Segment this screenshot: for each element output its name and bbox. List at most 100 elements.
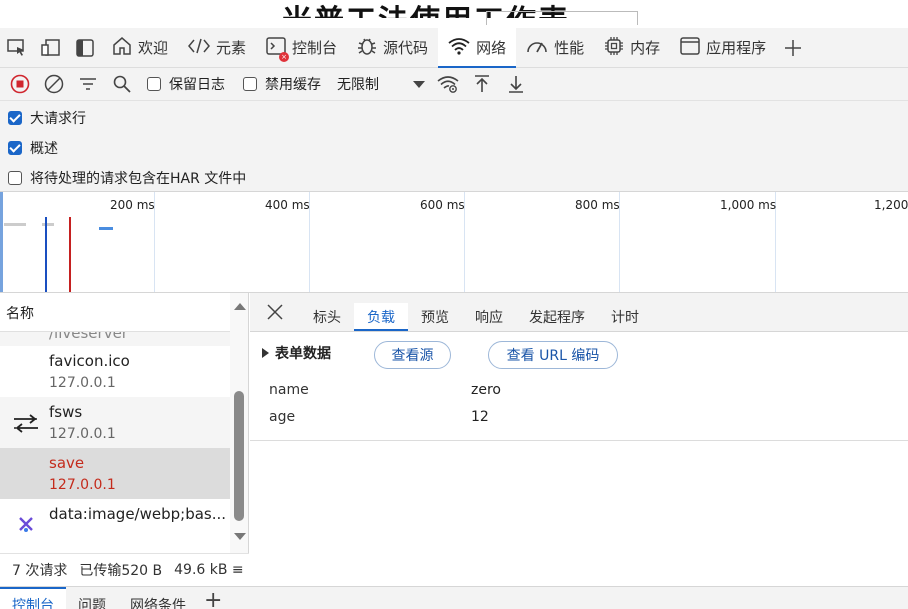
network-summary-bar: 7 次请求 已传输520 B 49.6 kB ≡ (0, 553, 249, 586)
tab-response[interactable]: 响应 (462, 303, 516, 331)
network-conditions-icon[interactable] (431, 68, 465, 101)
big-request-rows-box[interactable] (8, 111, 22, 125)
form-field-value: zero (471, 382, 501, 398)
tab-preview[interactable]: 预览 (408, 303, 462, 331)
websocket-arrows-icon (12, 411, 40, 439)
overview-timeline[interactable]: 200 ms 400 ms 600 ms 800 ms 1,000 ms 1,2… (0, 192, 908, 293)
request-list: 名称 /liveserver favicon.ico 127.0.0.1 fsw… (0, 293, 249, 553)
clear-icon[interactable] (37, 68, 71, 101)
device-emulation-icon[interactable] (34, 28, 68, 68)
preserve-log-box[interactable] (147, 77, 161, 91)
import-har-icon[interactable] (465, 68, 499, 101)
view-source-button[interactable]: 查看源 (374, 341, 451, 369)
filter-icon[interactable] (71, 68, 105, 101)
home-icon (112, 36, 138, 60)
request-row[interactable]: data:image/webp;bas... (0, 499, 230, 550)
form-field-key: age (269, 409, 296, 425)
drawer-tab-console[interactable]: 控制台 (0, 587, 66, 609)
include-pending-har-box[interactable] (8, 171, 22, 185)
request-row-selected[interactable]: save 127.0.0.1 (0, 448, 230, 499)
request-name: save (49, 454, 85, 472)
page-input-fragment (486, 11, 638, 25)
request-name: favicon.ico (49, 352, 130, 370)
big-request-rows-label: 大请求行 (30, 111, 86, 127)
scroll-up-arrow-icon[interactable] (234, 303, 246, 310)
details-tab-bar: 标头 负载 预览 响应 发起程序 计时 (250, 293, 908, 332)
scroll-down-arrow-icon[interactable] (234, 533, 246, 540)
inspect-element-icon[interactable] (0, 28, 34, 68)
request-host: 127.0.0.1 (49, 477, 116, 493)
partial-request-row[interactable]: /liveserver (0, 332, 230, 346)
tab-network-label: 网络 (476, 39, 507, 57)
tab-network[interactable]: 网络 (438, 27, 517, 69)
request-name: data:image/webp;bas... (49, 505, 227, 523)
tab-headers[interactable]: 标头 (300, 303, 354, 331)
scrollbar-thumb[interactable] (234, 391, 244, 521)
name-column-header[interactable]: 名称 (0, 293, 230, 332)
chevron-down-icon[interactable] (413, 80, 425, 88)
disable-cache-checkbox[interactable]: 禁用缓存 (243, 74, 321, 94)
overview-checkbox[interactable]: 概述 (8, 138, 58, 158)
add-tab-plus-icon[interactable] (776, 28, 810, 68)
devtools-tab-bar: 欢迎 元素 × 控制台 源代码 网络 性能 内存 应用程序 (0, 27, 908, 69)
tab-initiator[interactable]: 发起程序 (516, 303, 598, 331)
form-field-value: 12 (471, 409, 489, 425)
timeline-left-handle[interactable] (0, 192, 3, 292)
app-window-icon (680, 36, 706, 60)
tab-application-label: 应用程序 (706, 39, 767, 57)
partial-request-name: /liveserver (49, 332, 128, 342)
tab-memory-label: 内存 (630, 39, 661, 57)
request-host: 127.0.0.1 (49, 426, 116, 442)
close-icon[interactable] (250, 292, 300, 331)
record-stop-icon[interactable] (3, 68, 37, 101)
timeline-tick-label: 800 ms (575, 198, 620, 212)
network-toolbar: 保留日志 禁用缓存 无限制 (0, 68, 908, 101)
throttling-select[interactable]: 无限制 (337, 74, 379, 94)
export-har-icon[interactable] (499, 68, 533, 101)
code-brackets-icon (188, 37, 216, 59)
search-icon[interactable] (105, 68, 139, 101)
timeline-tick-label: 1,000 ms (720, 198, 777, 212)
chip-icon (604, 36, 630, 60)
preserve-log-checkbox[interactable]: 保留日志 (147, 74, 225, 94)
request-name: fsws (49, 403, 83, 421)
gauge-icon (526, 37, 554, 59)
tab-console[interactable]: × 控制台 (256, 28, 347, 68)
resources-size: 49.6 kB ≡ (174, 562, 244, 578)
tab-elements[interactable]: 元素 (178, 28, 256, 68)
tab-performance-label: 性能 (554, 39, 585, 57)
bug-icon (357, 36, 383, 60)
request-count: 7 次请求 (12, 563, 68, 579)
image-webp-icon (18, 515, 34, 537)
request-list-scrollbar[interactable] (230, 293, 248, 553)
dock-panel-icon[interactable] (68, 28, 102, 68)
tab-timing[interactable]: 计时 (598, 303, 652, 331)
include-pending-har-checkbox[interactable]: 将待处理的请求包含在HAR 文件中 (8, 168, 246, 188)
tab-elements-label: 元素 (216, 39, 247, 57)
timeline-bar-grey (42, 223, 54, 226)
tab-memory[interactable]: 内存 (594, 28, 670, 68)
timeline-tick-label: 400 ms (265, 198, 310, 212)
overview-box[interactable] (8, 141, 22, 155)
add-drawer-tab-plus-icon[interactable]: + (204, 587, 222, 609)
tab-sources[interactable]: 源代码 (347, 28, 438, 68)
tab-welcome[interactable]: 欢迎 (102, 28, 178, 68)
view-url-encoded-button[interactable]: 查看 URL 编码 (488, 341, 618, 369)
drawer-tab-network-conditions[interactable]: 网络条件 (118, 587, 198, 609)
tab-performance[interactable]: 性能 (516, 28, 594, 68)
timeline-tick-label: 1,200 (874, 198, 908, 212)
disable-cache-box[interactable] (243, 77, 257, 91)
tab-payload[interactable]: 负载 (354, 303, 408, 331)
network-settings-panel: 大请求行 概述 将待处理的请求包含在HAR 文件中 (0, 101, 908, 192)
form-data-toggle[interactable]: 表单数据 (262, 343, 331, 363)
request-row[interactable]: favicon.ico 127.0.0.1 (0, 346, 230, 397)
inspected-page-strip: 米普工法使用工作表 (0, 0, 908, 28)
dom-content-loaded-marker (45, 217, 47, 292)
drawer-tab-issues[interactable]: 问题 (66, 587, 118, 609)
expand-triangle-icon (262, 348, 269, 358)
preserve-log-label: 保留日志 (169, 77, 225, 93)
tab-application[interactable]: 应用程序 (670, 28, 776, 68)
request-row[interactable]: fsws 127.0.0.1 (0, 397, 230, 448)
big-request-rows-checkbox[interactable]: 大请求行 (8, 108, 86, 128)
details-divider (250, 440, 908, 441)
